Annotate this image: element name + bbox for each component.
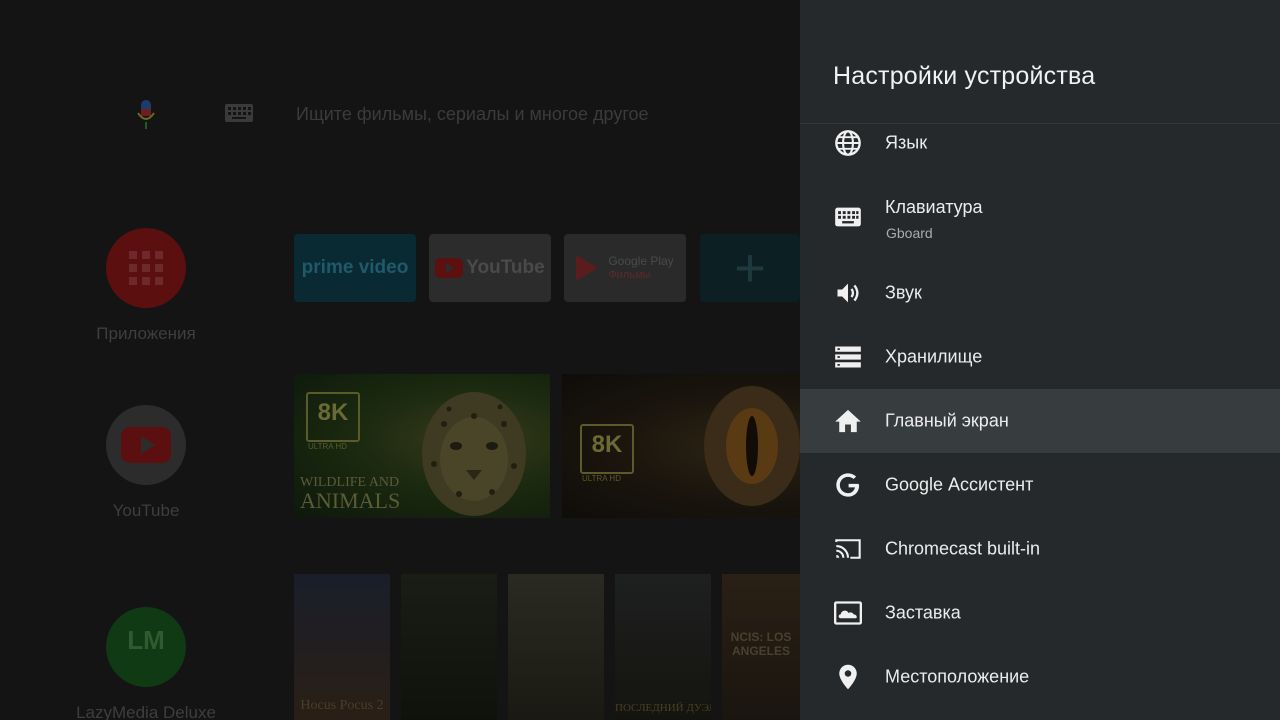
sidebar-app-youtube[interactable]: YouTube [46,405,246,521]
sidebar-app-apps[interactable]: Приложения [46,228,246,344]
featured-title: WILDLIFE AND ANIMALS [300,475,401,513]
badge-sub: ULTRA HD [582,474,621,483]
badge-8k: 8K [306,392,360,442]
poster-2[interactable] [401,574,497,720]
sidebar-app-lazymedia[interactable]: LM LazyMedia Deluxe [46,607,246,720]
settings-item-keyboard[interactable]: Клавиатура Gboard [800,185,1280,255]
settings-item-label: Язык [885,132,928,153]
poster-4[interactable]: ПОСЛЕДНИЙ ДУЭЛЬ [615,574,711,720]
settings-item-label: Chromecast built-in [885,538,1041,559]
sidebar-app-label: Приложения [96,324,196,343]
settings-item-storage[interactable]: Хранилище [800,325,1280,389]
tv-screen: Ищите фильмы, сериалы и многое другое Пр… [0,0,1280,720]
sidebar-app-label: YouTube [112,501,180,520]
sidebar-app-label: LazyMedia Deluxe [76,703,216,720]
app-tile-prime-video[interactable]: prime video [294,234,416,302]
panel-title: Настройки устройства [833,62,1096,90]
home-icon [835,409,861,433]
settings-item-label: Хранилище [885,346,983,367]
settings-item-label: Главный экран [885,410,1009,431]
poster-ncis[interactable]: NCIS: LOS ANGELES [722,574,800,720]
settings-item-google-assistant[interactable]: Google Ассистент [800,453,1280,517]
eye-image [704,386,800,506]
volume-icon [837,283,859,303]
badge-sub: ULTRA HD [308,442,347,451]
screensaver-icon [834,601,862,625]
cast-icon [835,539,861,559]
settings-item-sublabel: Gboard [886,225,933,241]
youtube-icon [106,405,186,485]
featured-8k-nature[interactable]: 8K ULTRA HD [562,374,800,518]
settings-item-language[interactable]: Язык [800,111,1280,175]
device-settings-panel: Настройки устройства Язык Клавиатура Gbo… [800,0,1280,720]
settings-item-label: Заставка [885,602,961,623]
play-movies-icon [576,255,599,281]
settings-item-home-screen[interactable]: Главный экран [800,389,1280,453]
settings-item-label: Клавиатура [885,197,983,217]
globe-icon [835,130,861,156]
badge-8k: 8K [580,424,634,474]
settings-item-sound[interactable]: Звук [800,261,1280,325]
google-g-icon [836,473,860,497]
featured-wildlife-8k[interactable]: 8K ULTRA HD WILDLIFE AND ANIMALS [294,374,550,518]
settings-item-chromecast[interactable]: Chromecast built-in [800,517,1280,581]
tile-sublabel: Фильмы [608,268,651,281]
home-screen-dimmed: Ищите фильмы, сериалы и многое другое Пр… [0,0,800,720]
poster-3[interactable] [508,574,604,720]
app-tile-youtube[interactable]: YouTube [429,234,551,302]
settings-item-label: Звук [885,282,922,303]
keyboard-icon [835,207,861,227]
location-pin-icon [839,664,857,690]
poster-hocus-pocus-2[interactable]: Hocus Pocus 2 [294,574,390,720]
youtube-icon [435,258,464,278]
add-icon: + [734,238,766,298]
tile-label: prime video [301,257,409,278]
settings-item-label: Google Ассистент [885,474,1034,495]
lazymedia-logo: LM [106,607,186,687]
keyboard-search-icon[interactable] [225,104,253,124]
app-tile-add[interactable]: + [700,234,800,302]
settings-item-screensaver[interactable]: Заставка [800,581,1280,645]
poster-title: NCIS: LOS ANGELES [730,630,792,658]
poster-title: ПОСЛЕДНИЙ ДУЭЛЬ [615,702,711,714]
tile-label: Google Play [608,253,674,268]
search-placeholder[interactable]: Ищите фильмы, сериалы и многое другое [296,104,649,125]
microphone-icon[interactable] [136,100,156,130]
leopard-image [422,392,526,516]
apps-grid-icon [106,228,186,308]
storage-icon [835,346,861,368]
settings-item-label: Местоположение [885,666,1030,687]
settings-item-location[interactable]: Местоположение [800,645,1280,709]
app-tile-google-play-movies[interactable]: Google Play Фильмы [564,234,686,302]
poster-title: Hocus Pocus 2 [300,698,384,713]
tile-label: YouTube [466,257,545,278]
